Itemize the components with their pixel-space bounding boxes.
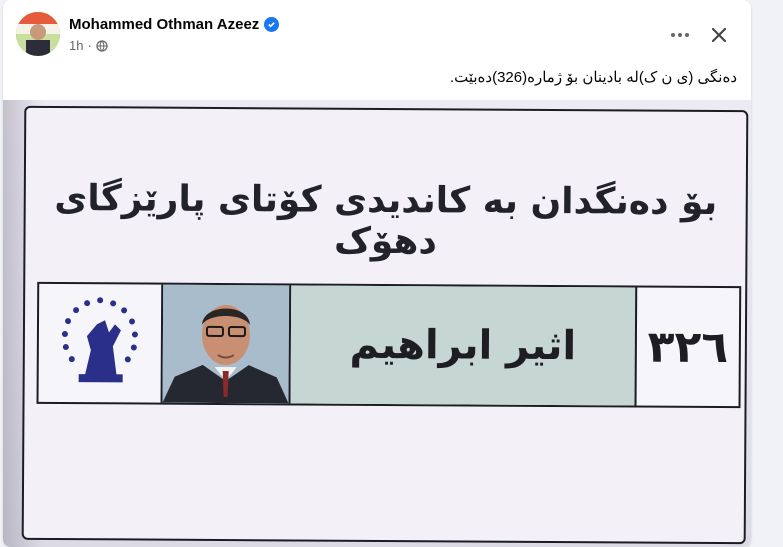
candidate-portrait <box>162 284 290 404</box>
party-logo <box>38 283 164 403</box>
post-meta: 1h · <box>69 38 108 53</box>
candidate-row: اثیر ابراهیم ٣٢٦ <box>36 281 742 409</box>
party-logo-icon <box>61 297 138 383</box>
candidate-name: اثیر ابراهیم <box>290 285 638 406</box>
avatar-image <box>16 12 60 56</box>
author-name[interactable]: Mohammed Othman Azeez <box>69 16 280 33</box>
post-header: Mohammed Othman Azeez 1h · دەنگی (ی ن ک)… <box>3 0 751 100</box>
post-photo[interactable]: بۆ دەنگدان بە کاندیدی کۆتای پارێزگای دهۆ… <box>3 100 751 547</box>
candidate-number: ٣٢٦ <box>647 321 729 373</box>
verified-badge-icon <box>264 17 280 32</box>
post-card: Mohammed Othman Azeez 1h · دەنگی (ی ن ک)… <box>3 0 751 547</box>
author-name-text[interactable]: Mohammed Othman Azeez <box>69 16 259 33</box>
close-icon[interactable] <box>702 18 736 52</box>
ballot-title: بۆ دەنگدان بە کاندیدی کۆتای پارێزگای دهۆ… <box>54 177 718 263</box>
candidate-photo <box>162 284 292 404</box>
ballot-paper: بۆ دەنگدان بە کاندیدی کۆتای پارێزگای دهۆ… <box>21 105 749 545</box>
more-options-icon[interactable] <box>663 18 697 52</box>
post-text: دەنگی (ی ن ک)لە بادینان بۆ ژمارە(326)دەب… <box>449 69 737 86</box>
author-avatar[interactable] <box>16 12 60 56</box>
meta-separator: · <box>87 38 92 53</box>
globe-icon[interactable] <box>96 39 108 52</box>
post-time[interactable]: 1h <box>69 38 83 53</box>
